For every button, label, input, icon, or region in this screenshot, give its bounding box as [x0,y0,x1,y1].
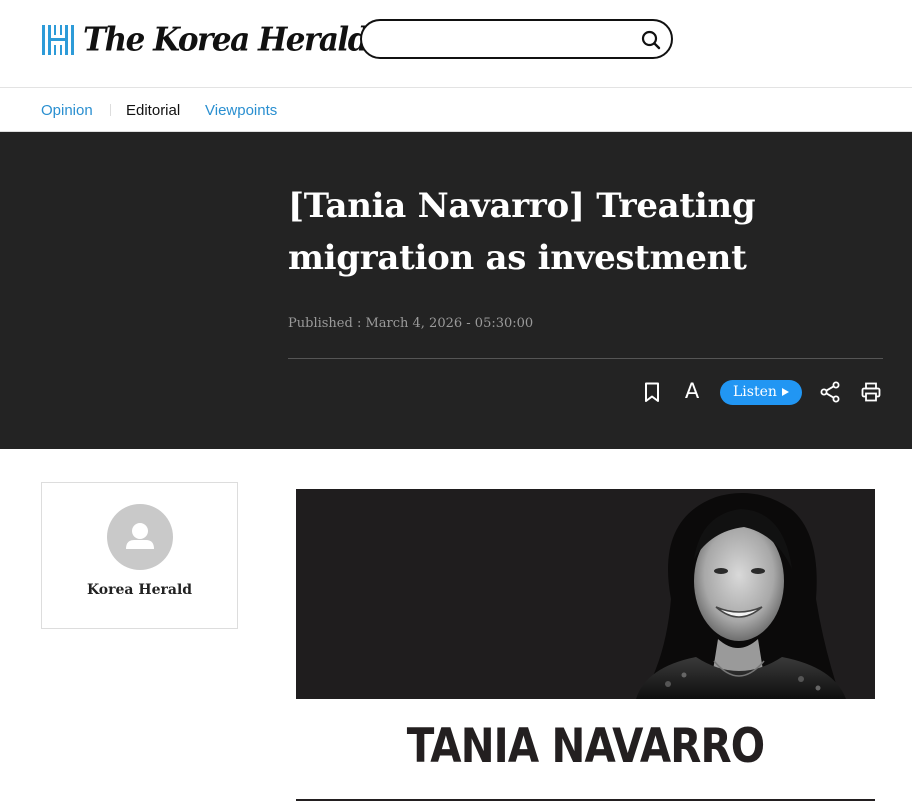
columnist-photo [296,489,875,699]
author-card[interactable]: Korea Herald [41,482,238,629]
person-icon [126,523,154,549]
site-header: The Korea Herald [0,0,912,88]
print-icon[interactable] [859,380,883,404]
article-headline: [Tania Navarro] Treating migration as in… [288,186,756,278]
nav-item-viewpoints[interactable]: Viewpoints [205,102,277,119]
font-size-button[interactable]: A [681,379,703,403]
published-date: Published : March 4, 2026 - 05:30:00 [288,316,534,331]
nav-item-editorial[interactable]: Editorial [126,102,180,119]
columnist-name-caption: TANIA NAVARRO [406,719,765,774]
avatar [107,504,173,570]
listen-label: Listen [733,384,777,400]
caption-rule [296,799,875,801]
share-icon[interactable] [818,380,842,404]
listen-button[interactable]: Listen [720,380,802,405]
nav-divider [110,104,111,116]
author-name: Korea Herald [86,582,193,598]
site-logo[interactable]: The Korea Herald [41,20,369,60]
play-icon [782,388,789,396]
search-box[interactable] [360,19,673,59]
header-divider [288,358,883,359]
photo-caption-area: TANIA NAVARRO [296,699,875,811]
search-input[interactable] [376,29,636,49]
nav-item-opinion[interactable]: Opinion [41,102,93,119]
section-nav: Opinion Editorial Viewpoints [0,89,912,132]
search-icon[interactable] [641,30,661,50]
bookmark-icon[interactable] [640,380,664,404]
logo-mark-icon [41,23,75,57]
logo-text: The Korea Herald [83,21,369,59]
